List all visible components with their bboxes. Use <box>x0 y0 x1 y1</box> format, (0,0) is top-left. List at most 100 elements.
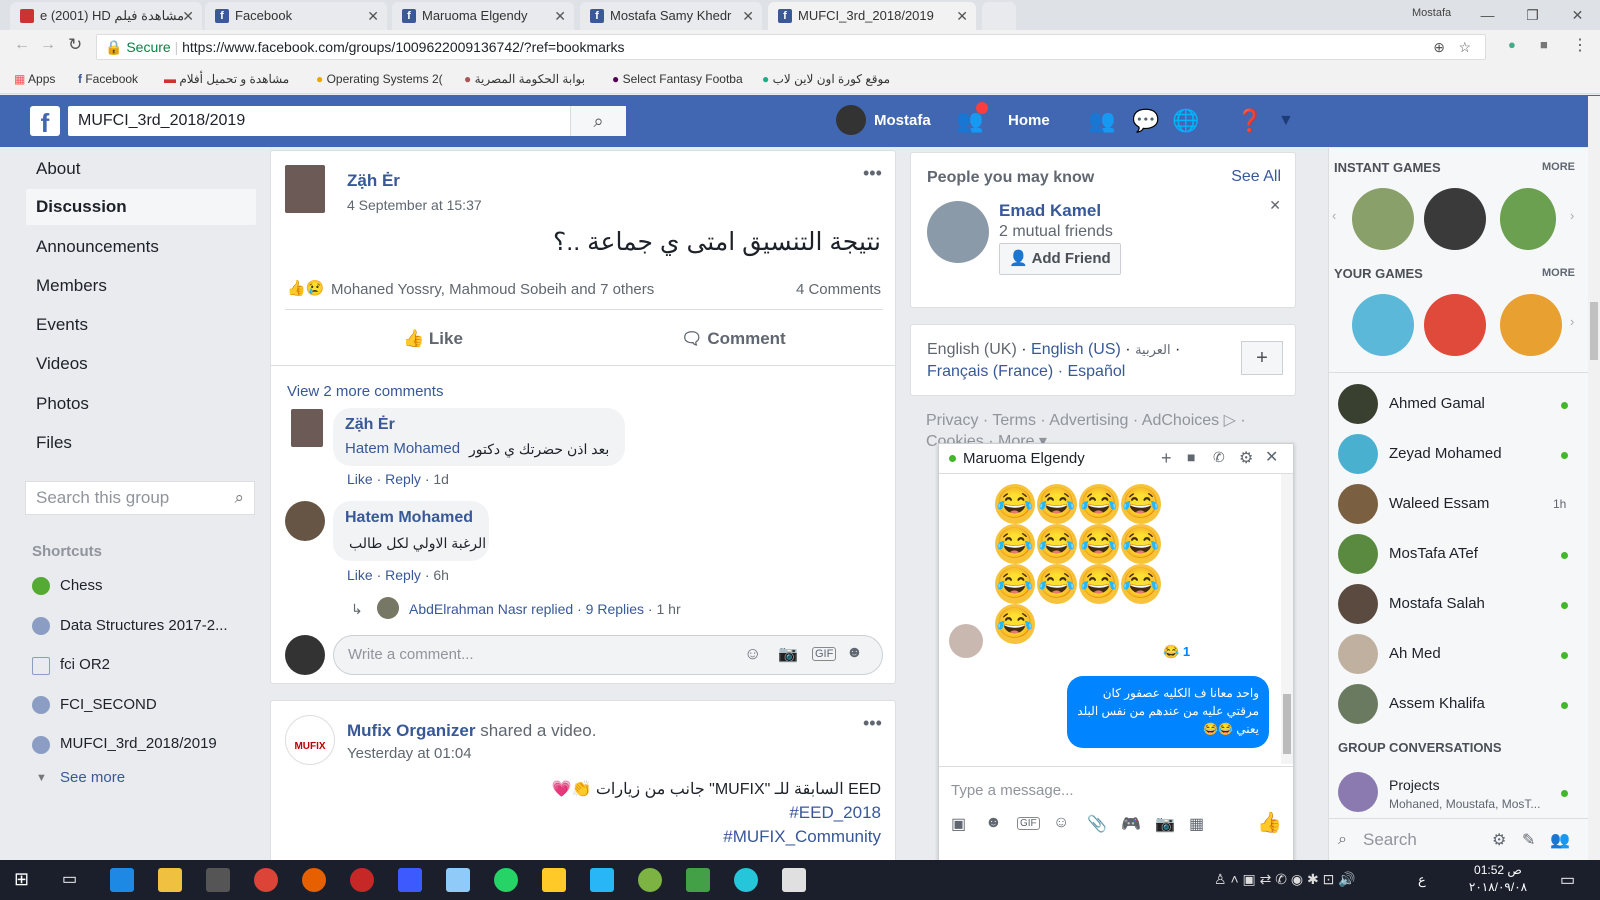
maximize-icon[interactable]: ❐ <box>1510 7 1555 24</box>
chevron-right-icon[interactable]: › <box>1570 208 1574 223</box>
compose-icon[interactable]: ✎ <box>1522 830 1535 850</box>
friends-icon[interactable]: 👥 <box>1088 108 1115 134</box>
bookmark-kora[interactable]: ● موقع كورة اون لاين لاب <box>762 72 890 86</box>
mufix-logo[interactable]: MUFIX <box>285 715 335 765</box>
whatsapp-icon[interactable] <box>494 868 518 892</box>
bookmark-fantasy[interactable]: ● Select Fantasy Footba <box>612 72 743 86</box>
post-author[interactable]: Zạ̈h Ėr <box>347 171 400 191</box>
search-icon[interactable]: ⌕ <box>570 106 626 136</box>
close-tab-icon[interactable]: ✕ <box>182 2 194 30</box>
browser-tab[interactable]: f Facebook ✕ <box>205 2 387 30</box>
extension-icon[interactable]: ■ <box>1540 37 1548 52</box>
comment-mention[interactable]: Hatem Mohamed <box>345 440 460 457</box>
task-view-icon[interactable]: ▭ <box>62 869 77 889</box>
gear-icon[interactable]: ⚙ <box>1492 830 1506 850</box>
messenger-icon[interactable]: 💬 <box>1132 108 1159 134</box>
home-link[interactable]: Home <box>1008 112 1050 129</box>
emoji-icon[interactable]: ☺ <box>744 644 761 664</box>
game-thumbnail[interactable] <box>1352 294 1414 356</box>
friend-name[interactable]: MosTafa ATef <box>1389 545 1478 562</box>
windows-start-icon[interactable]: ⊞ <box>14 869 29 890</box>
zoom-icon[interactable]: ⊕ <box>1433 35 1445 59</box>
comment-author[interactable]: Hatem Mohamed <box>345 509 473 527</box>
game-thumbnail[interactable] <box>1500 188 1556 250</box>
game-thumbnail[interactable] <box>1424 294 1486 356</box>
back-icon[interactable]: ← <box>14 36 30 54</box>
chat-message-bubble[interactable]: واحد معانا ف الكليه عصفور كان مرقتي عليه… <box>1067 676 1269 748</box>
extension-icon[interactable]: ● <box>1508 37 1516 52</box>
friend-name[interactable]: Assem Khalifa <box>1389 695 1485 712</box>
game-thumbnail[interactable] <box>1352 188 1414 250</box>
hashtag[interactable]: #EED_2018 <box>789 803 881 823</box>
nav-files[interactable]: Files <box>36 433 72 453</box>
profile-link[interactable]: Mostafa <box>874 112 931 129</box>
camera-icon[interactable]: 📷 <box>1155 814 1175 834</box>
comment-reply-link[interactable]: Reply <box>385 567 421 583</box>
sticker-icon[interactable]: ☻ <box>846 644 863 662</box>
shortcut-item[interactable]: Data Structures 2017-2... <box>60 617 228 634</box>
calendar-icon[interactable]: ▦ <box>1189 814 1204 834</box>
add-friend-button[interactable]: 👤 Add Friend <box>999 243 1121 275</box>
nav-videos[interactable]: Videos <box>36 354 88 374</box>
phone-icon[interactable]: ✆ <box>1213 449 1225 466</box>
globe-icon[interactable]: 🌐 <box>1172 108 1199 134</box>
close-tab-icon[interactable]: ✕ <box>742 2 754 30</box>
shortcut-item[interactable]: FCI_SECOND <box>60 696 157 713</box>
write-comment-input[interactable]: Write a comment... ☺ 📷 GIF ☻ <box>333 635 883 675</box>
comments-count[interactable]: 4 Comments <box>796 281 881 298</box>
bookmark-movies[interactable]: ▬ مشاهدة و تحميل أفلام <box>164 72 289 86</box>
nav-events[interactable]: Events <box>36 315 88 335</box>
shortcut-item[interactable]: MUFCI_3rd_2018/2019 <box>60 735 217 752</box>
footer-link[interactable]: Terms <box>992 412 1036 429</box>
comment-like-link[interactable]: Like <box>347 471 373 487</box>
game-icon[interactable]: 🎮 <box>1121 814 1141 834</box>
nav-discussion[interactable]: Discussion <box>36 197 127 217</box>
app-icon[interactable] <box>590 868 614 892</box>
footer-link[interactable]: Privacy <box>926 412 978 429</box>
avatar[interactable] <box>1338 384 1378 424</box>
avatar[interactable] <box>285 165 325 213</box>
help-icon[interactable]: ❓ <box>1236 108 1263 134</box>
app-icon[interactable] <box>350 868 374 892</box>
more-link[interactable]: MORE <box>1542 161 1575 173</box>
avatar[interactable] <box>949 624 983 658</box>
reload-icon[interactable]: ↻ <box>68 35 82 55</box>
chevron-right-icon[interactable]: › <box>1570 314 1574 329</box>
clock-date[interactable]: ٢٠١٨/٠٩/٠٨ <box>1458 880 1538 894</box>
friend-name[interactable]: Mostafa Salah <box>1389 595 1485 612</box>
bookmark-os[interactable]: ● Operating Systems 2( <box>316 72 443 86</box>
post-time[interactable]: Yesterday at 01:04 <box>347 745 472 762</box>
chat-header[interactable]: Maruoma Elgendy + ■ ✆ ⚙ ✕ <box>939 444 1293 474</box>
close-tab-icon[interactable]: ✕ <box>367 2 379 30</box>
like-button[interactable]: 👍 Like <box>403 329 463 349</box>
friend-name[interactable]: Waleed Essam <box>1389 495 1489 512</box>
shortcut-item[interactable]: Chess <box>60 577 103 594</box>
url-bar[interactable]: 🔒 Secure | https://www.facebook.com/grou… <box>96 34 1486 60</box>
language-link[interactable]: Français (France) <box>927 363 1053 380</box>
friend-name[interactable]: Ahmed Gamal <box>1389 395 1485 412</box>
scroll-thumb[interactable] <box>1283 694 1291 754</box>
create-group-icon[interactable]: 👥 <box>1550 830 1570 850</box>
more-options-icon[interactable]: ••• <box>863 713 882 734</box>
forward-icon[interactable]: → <box>40 36 56 54</box>
comment-button[interactable]: 🗨 Comment <box>681 329 786 349</box>
message-reaction[interactable]: 😂 1 <box>1163 644 1190 660</box>
avatar[interactable] <box>1338 772 1378 812</box>
notifications-icon[interactable]: ▭ <box>1560 870 1575 890</box>
post-author[interactable]: Mufix Organizer <box>347 721 475 740</box>
close-tab-icon[interactable]: ✕ <box>554 2 566 30</box>
avatar[interactable] <box>836 105 866 135</box>
sticker-icon[interactable]: ☻ <box>985 814 1002 832</box>
replies-link[interactable]: AbdElrahman Nasr replied · 9 Replies · 1… <box>409 601 681 617</box>
avatar[interactable] <box>927 201 989 263</box>
avatar[interactable] <box>1338 484 1378 524</box>
close-tab-icon[interactable]: ✕ <box>956 2 968 30</box>
nav-announcements[interactable]: Announcements <box>36 237 159 257</box>
chevron-left-icon[interactable]: ‹ <box>1332 208 1336 223</box>
avatar[interactable] <box>285 501 325 541</box>
mutual-friends[interactable]: 2 mutual friends <box>999 223 1113 241</box>
gear-icon[interactable]: ⚙ <box>1239 448 1253 468</box>
close-window-icon[interactable]: ✕ <box>1555 7 1600 24</box>
language-link[interactable]: Español <box>1067 363 1125 380</box>
nav-about[interactable]: About <box>36 159 80 179</box>
